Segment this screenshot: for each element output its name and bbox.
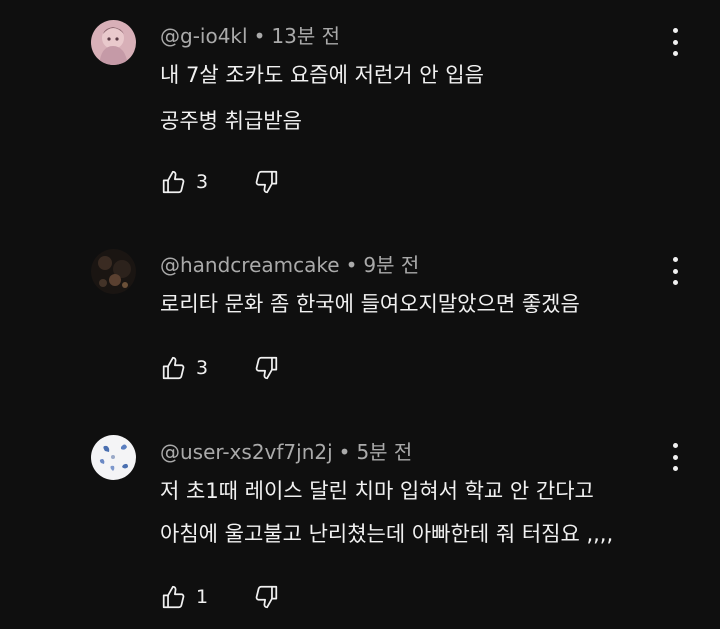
like-count: 1: [196, 586, 209, 608]
like-count: 3: [196, 357, 209, 379]
comment-meta: @handcreamcake • 9분 전: [160, 253, 419, 277]
like-count: 3: [196, 171, 209, 193]
comment-time[interactable]: 9분 전: [363, 253, 419, 277]
comment-text-line: 저 초1때 레이스 달린 치마 입혀서 학교 안 간다고: [160, 479, 594, 503]
avatar[interactable]: [91, 249, 136, 294]
author-handle[interactable]: @handcreamcake: [160, 253, 340, 277]
meta-separator: •: [253, 24, 266, 48]
more-vertical-icon[interactable]: [664, 28, 686, 56]
thumbs-up-icon[interactable]: [160, 354, 188, 382]
more-vertical-icon[interactable]: [664, 257, 686, 285]
thumbs-up-icon[interactable]: [160, 168, 188, 196]
comment-text-line: 아침에 울고불고 난리쳤는데 아빠한테 줘 터짐요 ,,,,: [160, 522, 614, 546]
avatar[interactable]: [91, 435, 136, 480]
comment-text-line: 공주병 취급받음: [160, 109, 302, 133]
comment-time[interactable]: 5분 전: [356, 440, 412, 464]
comment-actions: 1: [160, 583, 280, 611]
meta-separator: •: [338, 440, 351, 464]
comment-text-line: 로리타 문화 좀 한국에 들여오지말았으면 좋겠음: [160, 292, 580, 316]
comment-meta: @user-xs2vf7jn2j • 5분 전: [160, 440, 412, 464]
thumbs-down-icon[interactable]: [252, 354, 280, 382]
author-handle[interactable]: @g-io4kl: [160, 24, 248, 48]
comment-actions: 3: [160, 168, 280, 196]
thumbs-up-icon[interactable]: [160, 583, 188, 611]
more-vertical-icon[interactable]: [664, 443, 686, 471]
thumbs-down-icon[interactable]: [252, 168, 280, 196]
author-handle[interactable]: @user-xs2vf7jn2j: [160, 440, 333, 464]
comment-text-line: 내 7살 조카도 요즘에 저런거 안 입음: [160, 63, 484, 87]
comment-meta: @g-io4kl • 13분 전: [160, 24, 340, 48]
thumbs-down-icon[interactable]: [252, 583, 280, 611]
meta-separator: •: [345, 253, 358, 277]
comment-time[interactable]: 13분 전: [271, 24, 340, 48]
avatar[interactable]: [91, 20, 136, 65]
comment-actions: 3: [160, 354, 280, 382]
